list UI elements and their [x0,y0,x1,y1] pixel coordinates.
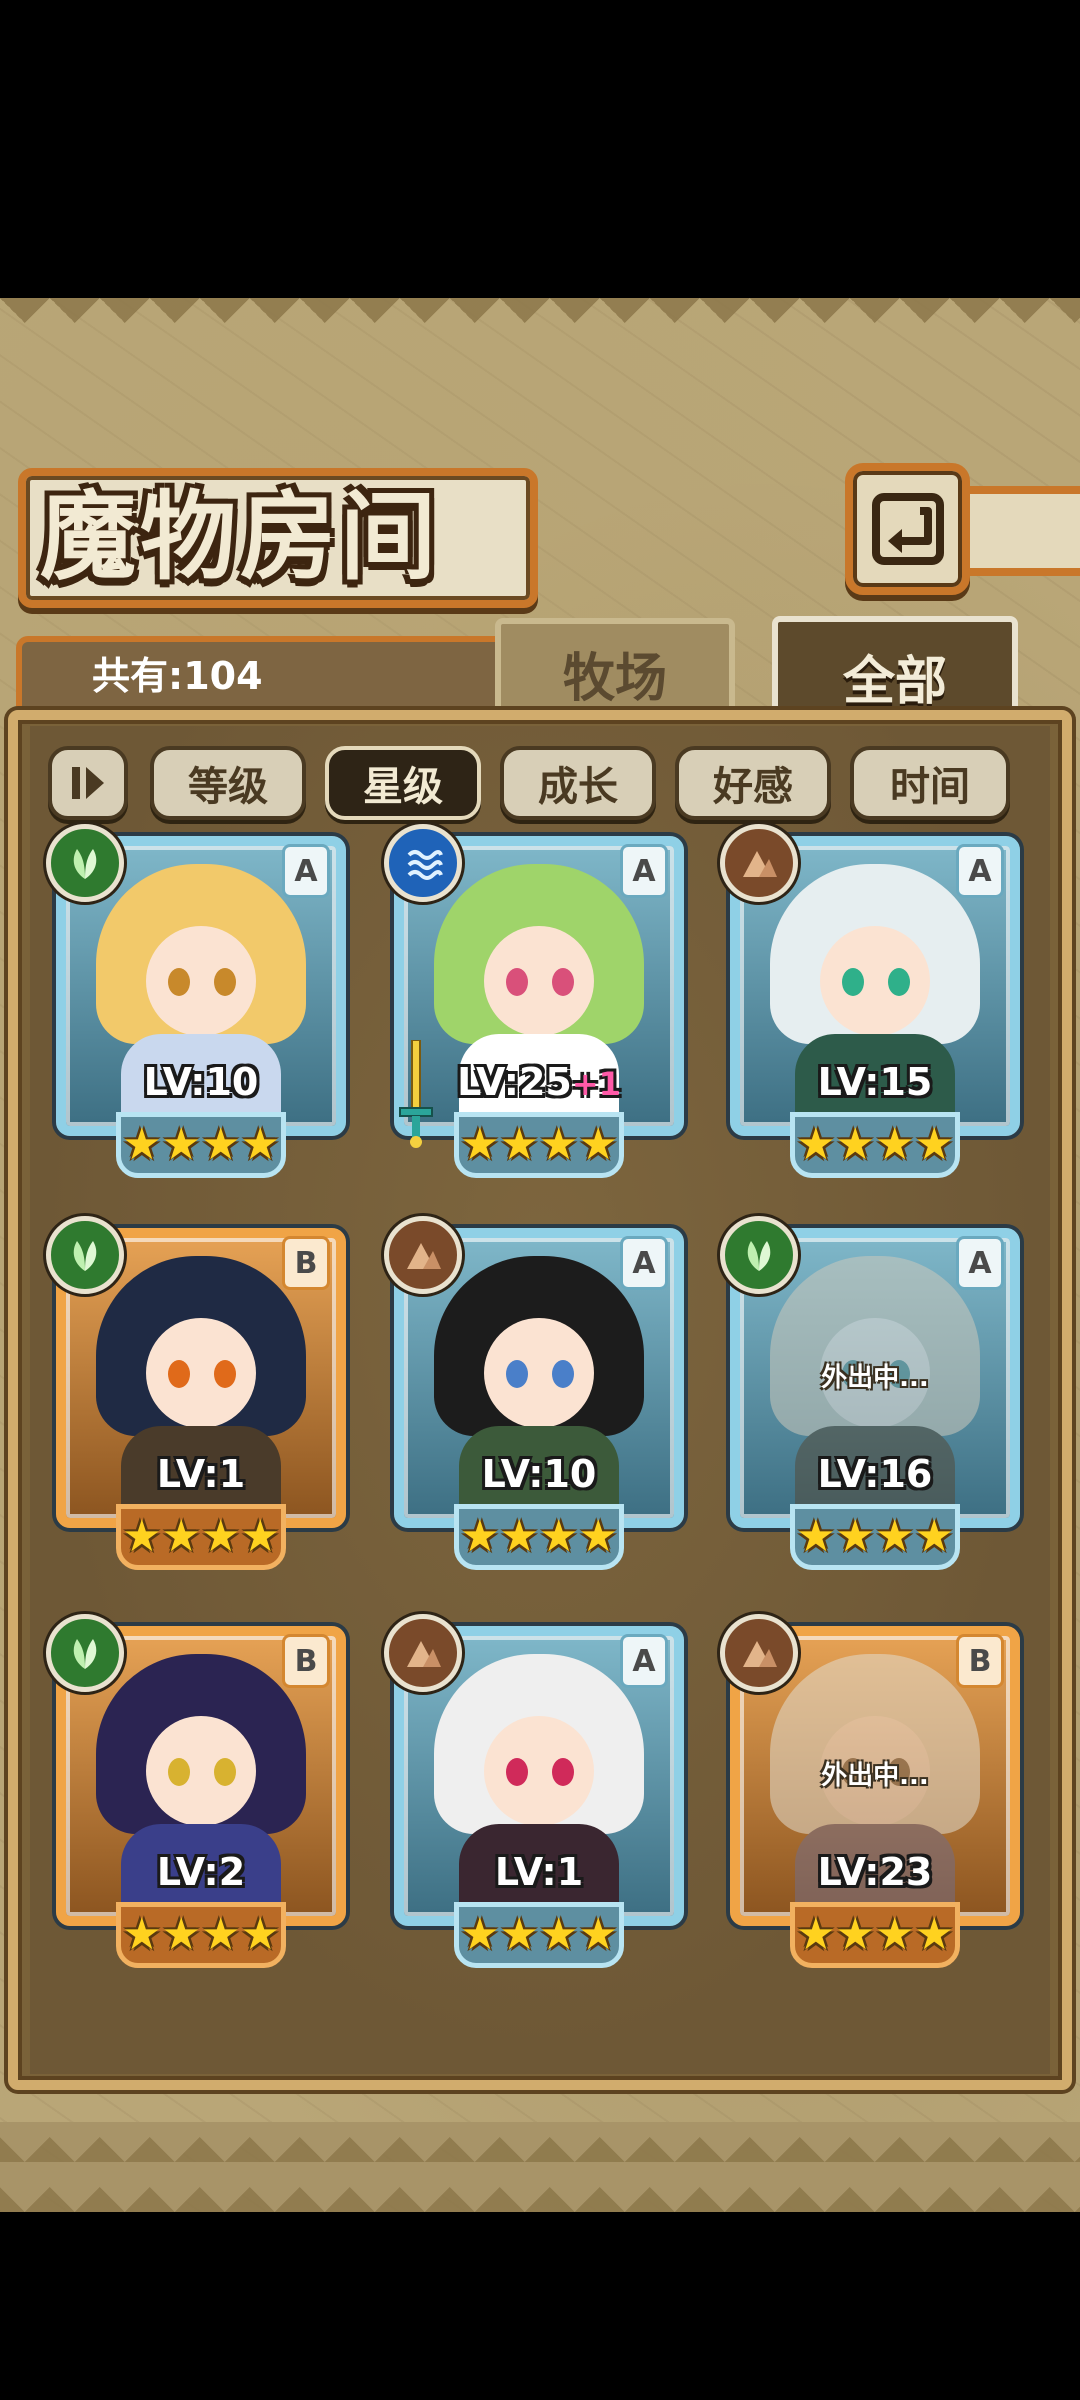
level-value: LV:1 [156,1452,246,1496]
star-rating: ★★★★ [116,1504,286,1570]
filter-growth[interactable]: 成长 [500,746,656,820]
rank-badge: B [956,1634,1004,1688]
leaf-icon [46,1216,124,1294]
monster-card[interactable]: LV:15 ★★★★ A [720,824,1026,1188]
star-icons: ★★★★ [796,1119,954,1170]
monster-level: LV:2 [50,1850,352,1894]
level-value: LV:16 [817,1452,933,1496]
navigation-bar-area [0,2212,1080,2400]
level-value: LV:10 [481,1452,597,1496]
monster-level: LV:23 [724,1850,1026,1894]
level-value: LV:23 [817,1850,933,1894]
star-rating: ★★★★ [790,1112,960,1178]
filter-level[interactable]: 等级 [150,746,306,820]
monster-card[interactable]: 外出中... LV:16 ★★★★ A [720,1216,1026,1580]
rank-badge: A [956,1236,1004,1290]
star-rating: ★★★★ [790,1902,960,1968]
star-icons: ★★★★ [460,1909,618,1960]
earth-icon [720,1614,798,1692]
monster-card[interactable]: 外出中... LV:23 ★★★★ B [720,1614,1026,1978]
monster-level: LV:10 [50,1060,352,1104]
level-value: LV:1 [494,1850,584,1894]
star-icons: ★★★★ [122,1511,280,1562]
star-icons: ★★★★ [796,1909,954,1960]
level-value: LV:2 [156,1850,246,1894]
monster-card[interactable]: LV:10 ★★★★ A [384,1216,690,1580]
level-value: LV:25 [457,1060,572,1104]
star-rating: ★★★★ [454,1504,624,1570]
away-status: 外出中... [821,1363,929,1393]
star-rating: ★★★★ [790,1504,960,1570]
star-icons: ★★★★ [460,1119,618,1170]
sort-order-toggle[interactable] [48,746,128,820]
monster-level: LV:1 [50,1452,352,1496]
level-bonus: +1 [571,1065,621,1103]
monster-level: LV:15 [724,1060,1026,1104]
monster-card[interactable]: LV:10 ★★★★ A [46,824,352,1188]
leaf-icon [46,824,124,902]
earth-icon [720,824,798,902]
monster-card[interactable]: LV:2 ★★★★ B [46,1614,352,1978]
leaf-icon [46,1614,124,1692]
page-title: 魔物房间 [40,480,440,593]
filter-time[interactable]: 时间 [850,746,1010,820]
sword-icon [399,1040,433,1148]
back-button-rail [968,486,1080,576]
monster-level: LV:16 [724,1452,1026,1496]
star-rating: ★★★★ [454,1112,624,1178]
decorative-border-top [0,298,1080,348]
level-value: LV:15 [817,1060,933,1104]
rank-badge: A [282,844,330,898]
decorative-border-bottom [0,2122,1080,2212]
star-icons: ★★★★ [796,1511,954,1562]
water-icon [384,824,462,902]
return-arrow-icon [871,493,944,565]
rank-badge: B [282,1236,330,1290]
leaf-icon [720,1216,798,1294]
back-button[interactable] [845,463,970,595]
monster-card[interactable]: LV:1 ★★★★ B [46,1216,352,1580]
rank-badge: B [282,1634,330,1688]
star-rating: ★★★★ [454,1902,624,1968]
status-bar-area [0,0,1080,298]
star-icons: ★★★★ [122,1119,280,1170]
star-rating: ★★★★ [116,1112,286,1178]
monster-count: 共有:104 [92,654,263,698]
rank-badge: A [956,844,1004,898]
rank-badge: A [620,1634,668,1688]
earth-icon [384,1614,462,1692]
tab-ranch[interactable]: 牧场 [495,618,735,723]
filter-star[interactable]: 星级 [325,746,481,820]
away-status: 外出中... [821,1761,929,1791]
monster-level: LV:10 [388,1452,690,1496]
star-rating: ★★★★ [116,1902,286,1968]
filter-affection[interactable]: 好感 [675,746,831,820]
sort-order-icon [72,767,104,799]
monster-card[interactable]: LV:1 ★★★★ A [384,1614,690,1978]
earth-icon [384,1216,462,1294]
monster-level: LV:1 [388,1850,690,1894]
monster-card[interactable]: LV:25+1 ★★★★ A [384,824,690,1188]
level-value: LV:10 [143,1060,259,1104]
star-icons: ★★★★ [122,1909,280,1960]
rank-badge: A [620,1236,668,1290]
rank-badge: A [620,844,668,898]
star-icons: ★★★★ [460,1511,618,1562]
